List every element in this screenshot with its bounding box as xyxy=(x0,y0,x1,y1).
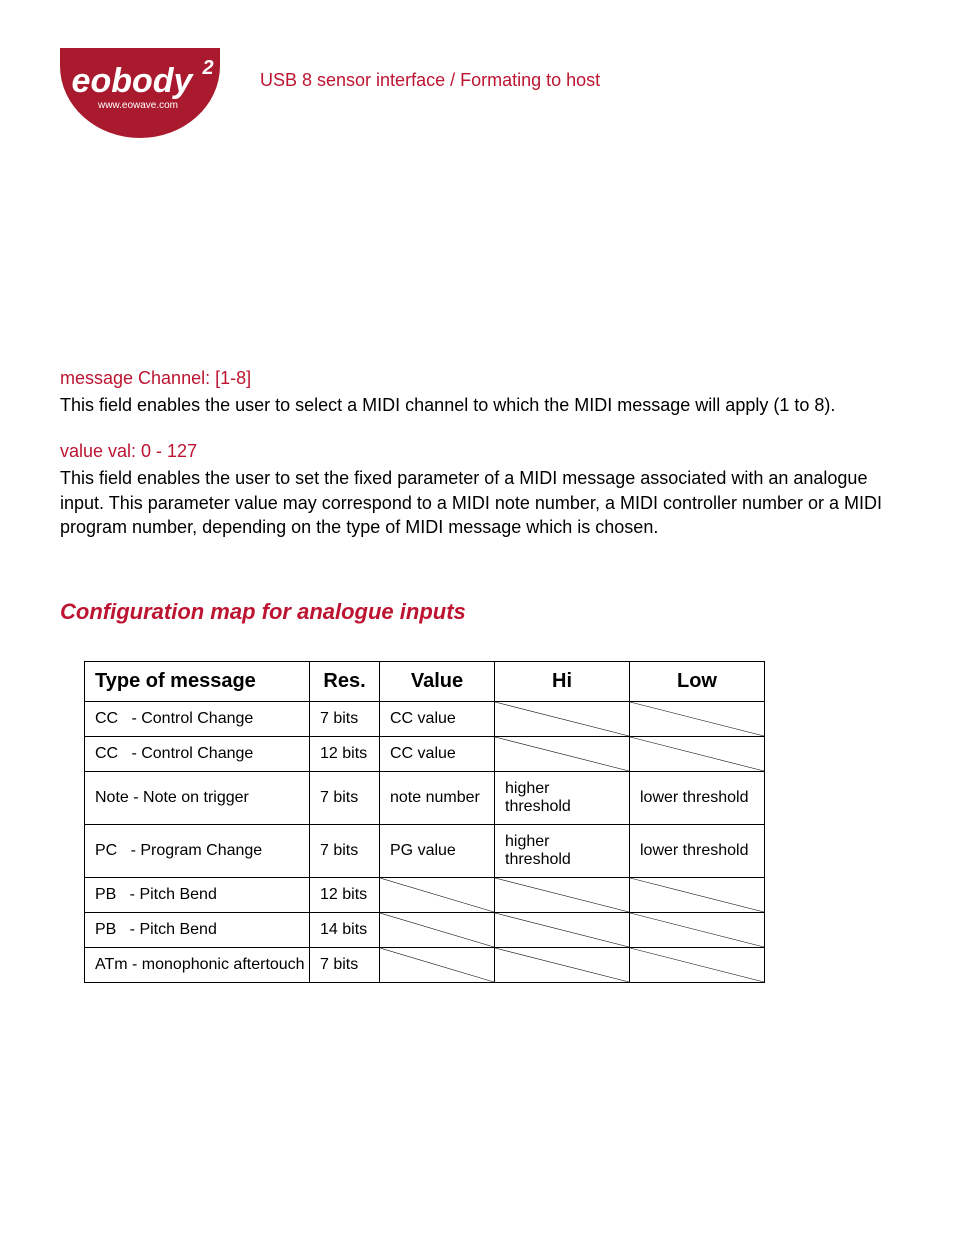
cell-type: CC - Control Change xyxy=(85,737,310,772)
cell-type: CC - Control Change xyxy=(85,702,310,737)
table-row: CC - Control Change7 bitsCC value xyxy=(85,702,765,737)
value-description: This field enables the user to set the f… xyxy=(60,466,894,539)
cell-hi xyxy=(495,913,630,948)
cell-value: note number xyxy=(380,772,495,825)
table-row: PB - Pitch Bend14 bits xyxy=(85,913,765,948)
cell-value xyxy=(380,913,495,948)
cell-type: PB - Pitch Bend xyxy=(85,913,310,948)
cell-low xyxy=(630,737,765,772)
logo-subline: www.eowave.com xyxy=(97,100,178,111)
table-header-row: Type of message Res. Value Hi Low xyxy=(85,662,765,702)
table-row: Note - Note on trigger7 bitsnote numberh… xyxy=(85,772,765,825)
cell-res: 7 bits xyxy=(310,702,380,737)
cell-res: 12 bits xyxy=(310,878,380,913)
table-row: ATm - monophonic aftertouch7 bits xyxy=(85,948,765,983)
cell-value xyxy=(380,878,495,913)
cell-res: 12 bits xyxy=(310,737,380,772)
cell-hi: higher threshold xyxy=(495,772,630,825)
cell-type: Note - Note on trigger xyxy=(85,772,310,825)
cell-res: 7 bits xyxy=(310,772,380,825)
table-row: CC - Control Change12 bitsCC value xyxy=(85,737,765,772)
th-hi: Hi xyxy=(495,662,630,702)
cell-value: CC value xyxy=(380,737,495,772)
cell-low xyxy=(630,913,765,948)
channel-description: This field enables the user to select a … xyxy=(60,393,894,417)
page-header: eobody 2 www.eowave.com USB 8 sensor int… xyxy=(60,48,894,158)
cell-low xyxy=(630,702,765,737)
th-type: Type of message xyxy=(85,662,310,702)
th-value: Value xyxy=(380,662,495,702)
cell-low xyxy=(630,878,765,913)
cell-hi xyxy=(495,737,630,772)
channel-label: message Channel: [1-8] xyxy=(60,368,894,389)
config-table: Type of message Res. Value Hi Low CC - C… xyxy=(84,661,765,983)
cell-value: PG value xyxy=(380,825,495,878)
cell-res: 7 bits xyxy=(310,948,380,983)
cell-value: CC value xyxy=(380,702,495,737)
cell-hi xyxy=(495,702,630,737)
cell-hi xyxy=(495,948,630,983)
document-page: eobody 2 www.eowave.com USB 8 sensor int… xyxy=(0,0,954,1235)
th-res: Res. xyxy=(310,662,380,702)
logo: eobody 2 www.eowave.com xyxy=(60,48,220,158)
cell-low: lower threshold xyxy=(630,772,765,825)
logo-exponent: 2 xyxy=(201,57,213,79)
cell-hi xyxy=(495,878,630,913)
table-row: PC - Program Change7 bitsPG valuehigher … xyxy=(85,825,765,878)
header-title: USB 8 sensor interface / Formating to ho… xyxy=(260,70,600,91)
cell-res: 14 bits xyxy=(310,913,380,948)
eobody-logo-icon: eobody 2 www.eowave.com xyxy=(60,48,220,158)
cell-hi: higher threshold xyxy=(495,825,630,878)
cell-value xyxy=(380,948,495,983)
table-body: CC - Control Change7 bitsCC valueCC - Co… xyxy=(85,702,765,983)
cell-low xyxy=(630,948,765,983)
logo-word: eobody xyxy=(72,62,195,100)
th-low: Low xyxy=(630,662,765,702)
cell-res: 7 bits xyxy=(310,825,380,878)
config-table-wrap: Type of message Res. Value Hi Low CC - C… xyxy=(84,661,764,983)
table-row: PB - Pitch Bend12 bits xyxy=(85,878,765,913)
value-label: value val: 0 - 127 xyxy=(60,441,894,462)
cell-type: ATm - monophonic aftertouch xyxy=(85,948,310,983)
table-section-heading: Configuration map for analogue inputs xyxy=(60,599,894,625)
cell-type: PC - Program Change xyxy=(85,825,310,878)
cell-type: PB - Pitch Bend xyxy=(85,878,310,913)
cell-low: lower threshold xyxy=(630,825,765,878)
